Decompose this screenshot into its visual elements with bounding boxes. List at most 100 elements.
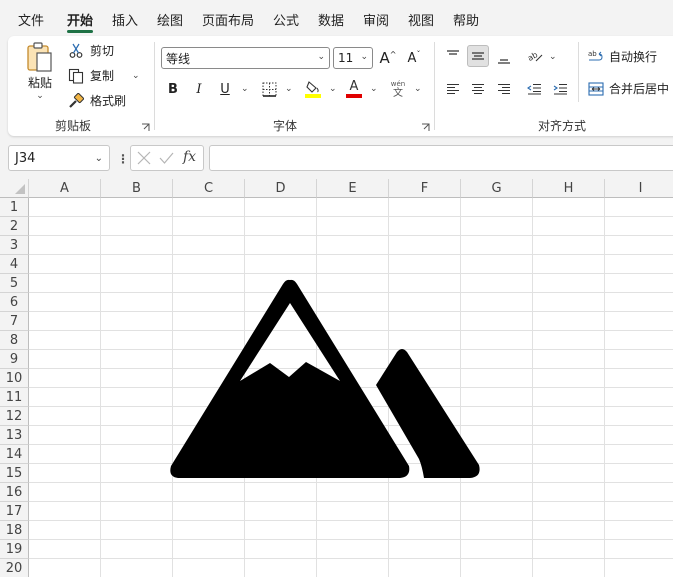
align-left-icon [446,83,460,95]
wrap-text-button[interactable]: ab 自动换行 [588,48,657,65]
tab-review[interactable]: 审阅 [363,10,389,29]
copy-icon [68,68,84,84]
borders-button[interactable] [258,78,280,100]
merge-center-label: 合并后居中 [609,82,670,96]
copy-button[interactable]: 复制 ⌄ [68,67,140,84]
tab-view[interactable]: 视图 [408,10,434,29]
shrink-font-button[interactable]: Aˇ [403,47,425,69]
borders-icon [262,82,277,97]
italic-button[interactable]: I [188,78,210,100]
paste-button[interactable]: 粘贴 ⌄ [22,40,58,101]
align-center-icon [471,83,485,95]
paint-bucket-icon [305,80,321,98]
align-bottom-icon [497,53,511,65]
merge-center-button[interactable]: 合并后居中 [588,80,669,97]
font-size-value: 11 [338,51,354,65]
more-options-icon[interactable]: ⋮ [117,152,129,166]
ribbon: 粘贴 ⌄ 剪切 复制 ⌄ 格式刷 剪贴板 等线 ⌄ 11 ⌄ A ^ A ˇ B… [8,36,673,136]
chevron-down-icon[interactable]: ⌄ [549,52,557,62]
group-divider [578,42,579,102]
format-painter-label: 格式刷 [90,94,127,108]
chevron-down-icon: ⌄ [317,52,325,62]
grow-font-button[interactable]: A ^ [377,47,399,69]
align-center-button[interactable] [467,78,489,100]
font-group-label: 字体 [273,119,298,133]
cancel-icon[interactable] [137,151,151,165]
chevron-down-icon[interactable]: ⌄ [132,71,140,81]
tab-help[interactable]: 帮助 [453,10,479,29]
tab-page-layout[interactable]: 页面布局 [202,10,254,29]
increase-indent-button[interactable] [549,78,571,100]
excel-window: 文件 开始 插入 绘图 页面布局 公式 数据 审阅 视图 帮助 粘贴 ⌄ 剪切 … [0,0,673,577]
copy-label: 复制 [90,69,115,83]
enter-check-icon[interactable] [159,151,174,165]
format-painter-icon [68,92,84,109]
clipboard-dialog-launcher-icon[interactable] [141,121,150,131]
chevron-down-icon[interactable]: ⌄ [241,84,249,94]
decrease-indent-icon [526,83,542,95]
increase-indent-icon [553,83,568,95]
align-left-button[interactable] [442,78,464,100]
font-dialog-launcher-icon[interactable] [421,121,430,131]
tab-file[interactable]: 文件 [18,10,44,29]
decrease-indent-button[interactable] [523,78,545,100]
align-top-icon [446,50,460,62]
formula-buttons: fx [130,145,204,171]
top-align-button[interactable] [442,45,464,67]
active-tab-indicator [67,30,93,33]
font-name-combo[interactable]: 等线 ⌄ [161,47,330,69]
font-size-combo[interactable]: 11 ⌄ [333,47,373,69]
cut-button[interactable]: 剪切 [68,42,114,59]
phonetic-guide-icon: wén [390,79,406,88]
chevron-down-icon: ⌄ [360,52,368,62]
font-color-button[interactable]: A [343,78,365,100]
svg-text:ab: ab [588,50,597,58]
align-right-button[interactable] [493,78,515,100]
tab-insert[interactable]: 插入 [112,10,138,29]
insert-function-icon[interactable]: fx [183,149,196,165]
formula-bar: J34 ⌄ ⋮ fx [0,142,673,176]
wrap-text-icon: ab [588,49,604,65]
ribbon-tabs: 文件 开始 插入 绘图 页面布局 公式 数据 审阅 视图 帮助 [0,0,673,36]
phonetic-guide-button[interactable]: wén 文 [387,78,409,100]
grow-font-icon: A [379,49,390,67]
merge-cells-icon [588,81,604,97]
formula-input[interactable] [209,145,673,171]
tab-home[interactable]: 开始 [67,10,93,29]
wrap-text-label: 自动换行 [609,50,658,64]
tab-data[interactable]: 数据 [318,10,344,29]
middle-align-button[interactable] [467,45,489,67]
tab-formulas[interactable]: 公式 [273,10,299,29]
chevron-down-icon[interactable]: ⌄ [370,84,378,94]
chevron-down-icon[interactable]: ⌄ [414,84,422,94]
orientation-button[interactable]: ab [524,45,546,67]
font-color-icon: A [349,79,359,94]
scissors-icon [68,43,84,59]
name-box-value: J34 [15,150,36,166]
chevron-down-icon[interactable]: ⌄ [285,84,293,94]
fill-color-button[interactable] [302,78,324,100]
tab-draw[interactable]: 绘图 [157,10,183,29]
bold-button[interactable]: B [162,78,184,100]
font-name-value: 等线 [166,51,191,66]
align-middle-icon [471,50,485,62]
phonetic-guide-char: 文 [393,87,403,99]
text-orientation-icon: ab [527,49,543,63]
chevron-down-icon[interactable]: ⌄ [329,84,337,94]
bold-icon: B [168,81,178,97]
worksheet-grid[interactable]: A B C D E F G H I 1 2 3 4 5 6 7 8 9 10 1… [0,179,673,577]
group-divider [154,42,155,130]
alignment-group-label: 对齐方式 [538,119,587,133]
bottom-align-button[interactable] [493,48,515,70]
name-box[interactable]: J34 ⌄ [8,145,110,171]
underline-icon: U [220,81,230,97]
underline-button[interactable]: U [214,78,236,100]
font-color-swatch [346,94,362,98]
shrink-font-icon: A [407,50,417,66]
group-divider [434,42,435,130]
clipboard-group-label: 剪贴板 [55,119,92,133]
chevron-down-icon: ⌄ [94,153,103,164]
mountain-icon[interactable] [0,179,673,577]
svg-text:ab: ab [527,50,539,63]
format-painter-button[interactable]: 格式刷 [68,92,126,109]
